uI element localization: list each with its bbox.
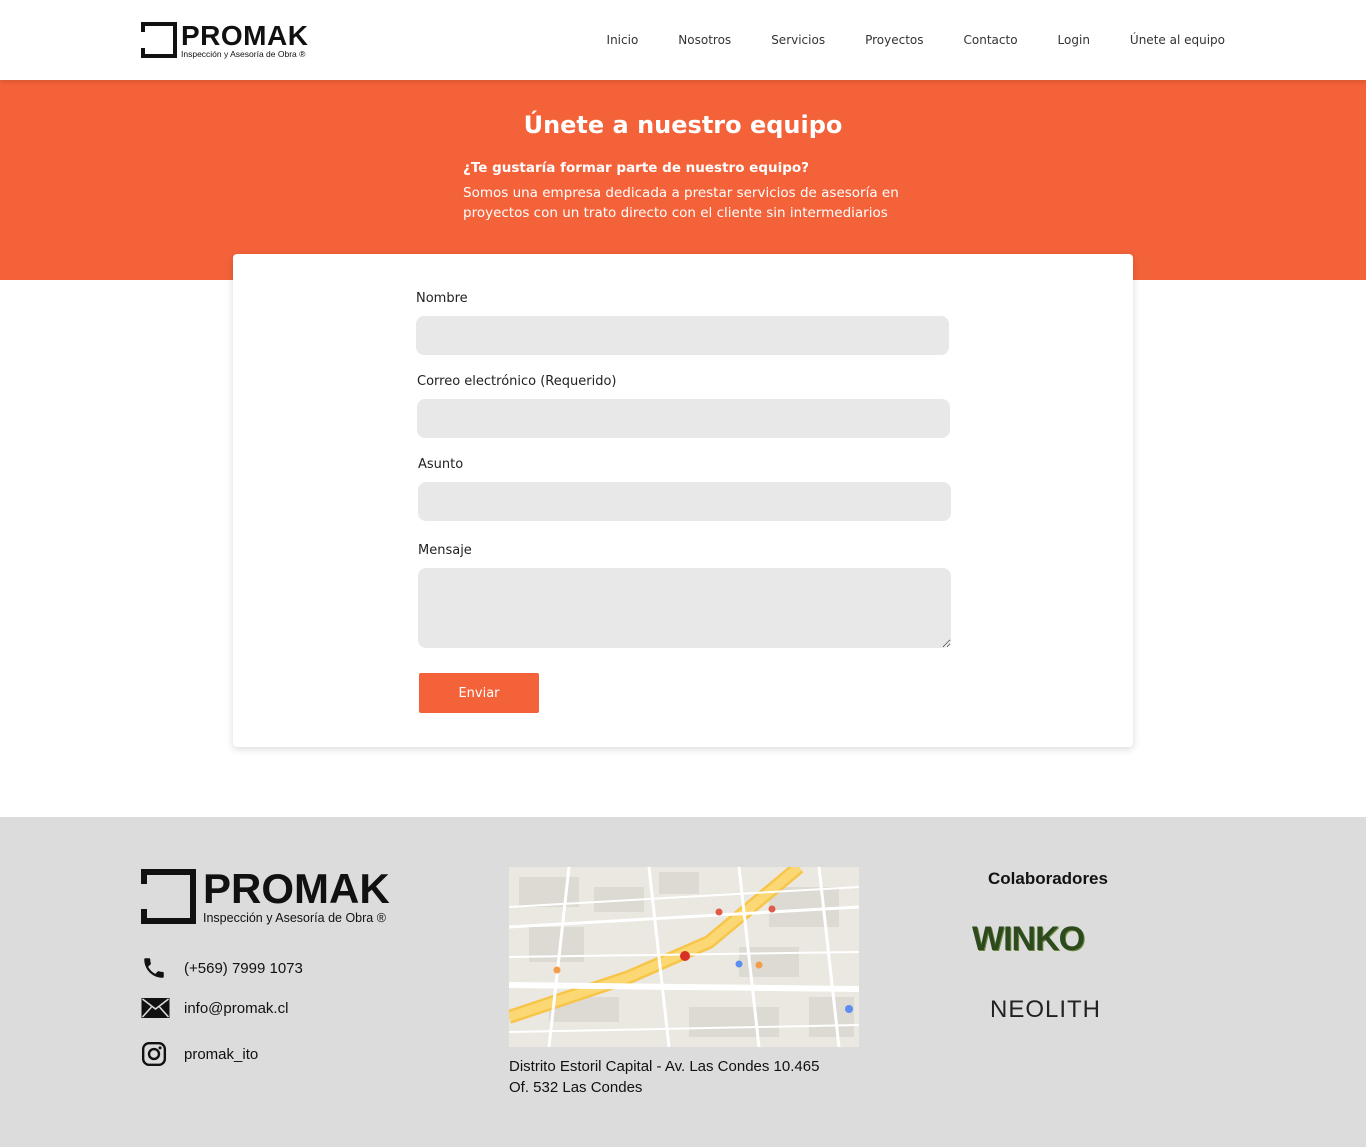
site-header: PROMAK Inspección y Asesoría de Obra ® I… xyxy=(0,0,1366,80)
instagram-icon xyxy=(141,1041,167,1067)
hero-question: ¿Te gustaría formar parte de nuestro equ… xyxy=(463,160,809,176)
nav-servicios[interactable]: Servicios xyxy=(771,33,825,47)
nav-proyectos[interactable]: Proyectos xyxy=(865,33,923,47)
nav-nosotros[interactable]: Nosotros xyxy=(678,33,731,47)
logo-mark-icon xyxy=(141,22,177,58)
message-label: Mensaje xyxy=(418,543,472,558)
page-title: Únete a nuestro equipo xyxy=(523,111,843,139)
join-form-card: Nombre Correo electrónico (Requerido) As… xyxy=(233,254,1133,747)
contact-email[interactable]: info@promak.cl xyxy=(141,998,288,1018)
nav-contacto[interactable]: Contacto xyxy=(964,33,1018,47)
footer-logo-tagline: Inspección y Asesoría de Obra ® xyxy=(203,911,386,925)
main-nav: Inicio Nosotros Servicios Proyectos Cont… xyxy=(607,0,1225,80)
neolith-logo[interactable]: NEOLITH xyxy=(990,996,1101,1024)
email-field[interactable] xyxy=(417,399,950,438)
logo-tagline: Inspección y Asesoría de Obra ® xyxy=(181,49,306,59)
promak-logo[interactable]: PROMAK Inspección y Asesoría de Obra ® xyxy=(141,20,311,62)
instagram-text: promak_ito xyxy=(184,1045,259,1063)
site-footer: PROMAK Inspección y Asesoría de Obra ® (… xyxy=(0,817,1366,1147)
subject-field[interactable] xyxy=(418,482,951,521)
phone-text: (+569) 7999 1073 xyxy=(184,959,303,977)
winko-logo[interactable]: WINKO xyxy=(972,921,1085,957)
email-label: Correo electrónico (Requerido) xyxy=(417,374,617,389)
mail-icon xyxy=(141,998,170,1018)
logo-mark-icon xyxy=(141,869,196,924)
address-line-2: Of. 532 Las Condes xyxy=(509,1079,643,1096)
logo-name: PROMAK xyxy=(181,20,309,51)
message-field[interactable] xyxy=(418,568,951,648)
contact-instagram[interactable]: promak_ito xyxy=(141,1041,258,1067)
address-line-1: Distrito Estoril Capital - Av. Las Conde… xyxy=(509,1058,820,1075)
contact-phone[interactable]: (+569) 7999 1073 xyxy=(141,955,303,981)
nav-login[interactable]: Login xyxy=(1058,33,1090,47)
nav-unete[interactable]: Únete al equipo xyxy=(1130,33,1225,47)
email-text: info@promak.cl xyxy=(184,999,289,1017)
submit-button[interactable]: Enviar xyxy=(419,673,539,713)
footer-logo: PROMAK Inspección y Asesoría de Obra ® xyxy=(141,865,411,929)
hero-description: Somos una empresa dedicada a prestar ser… xyxy=(463,185,899,221)
location-map[interactable] xyxy=(509,867,859,1047)
address: Distrito Estoril Capital - Av. Las Conde… xyxy=(509,1056,819,1098)
phone-icon xyxy=(144,958,164,978)
subject-label: Asunto xyxy=(418,457,464,472)
footer-logo-name: PROMAK xyxy=(203,865,390,912)
collaborators-title: Colaboradores xyxy=(988,869,1108,888)
name-field[interactable] xyxy=(416,316,949,355)
nav-inicio[interactable]: Inicio xyxy=(607,33,639,47)
hero-banner: Únete a nuestro equipo ¿Te gustaría form… xyxy=(0,80,1366,280)
name-label: Nombre xyxy=(416,291,468,306)
